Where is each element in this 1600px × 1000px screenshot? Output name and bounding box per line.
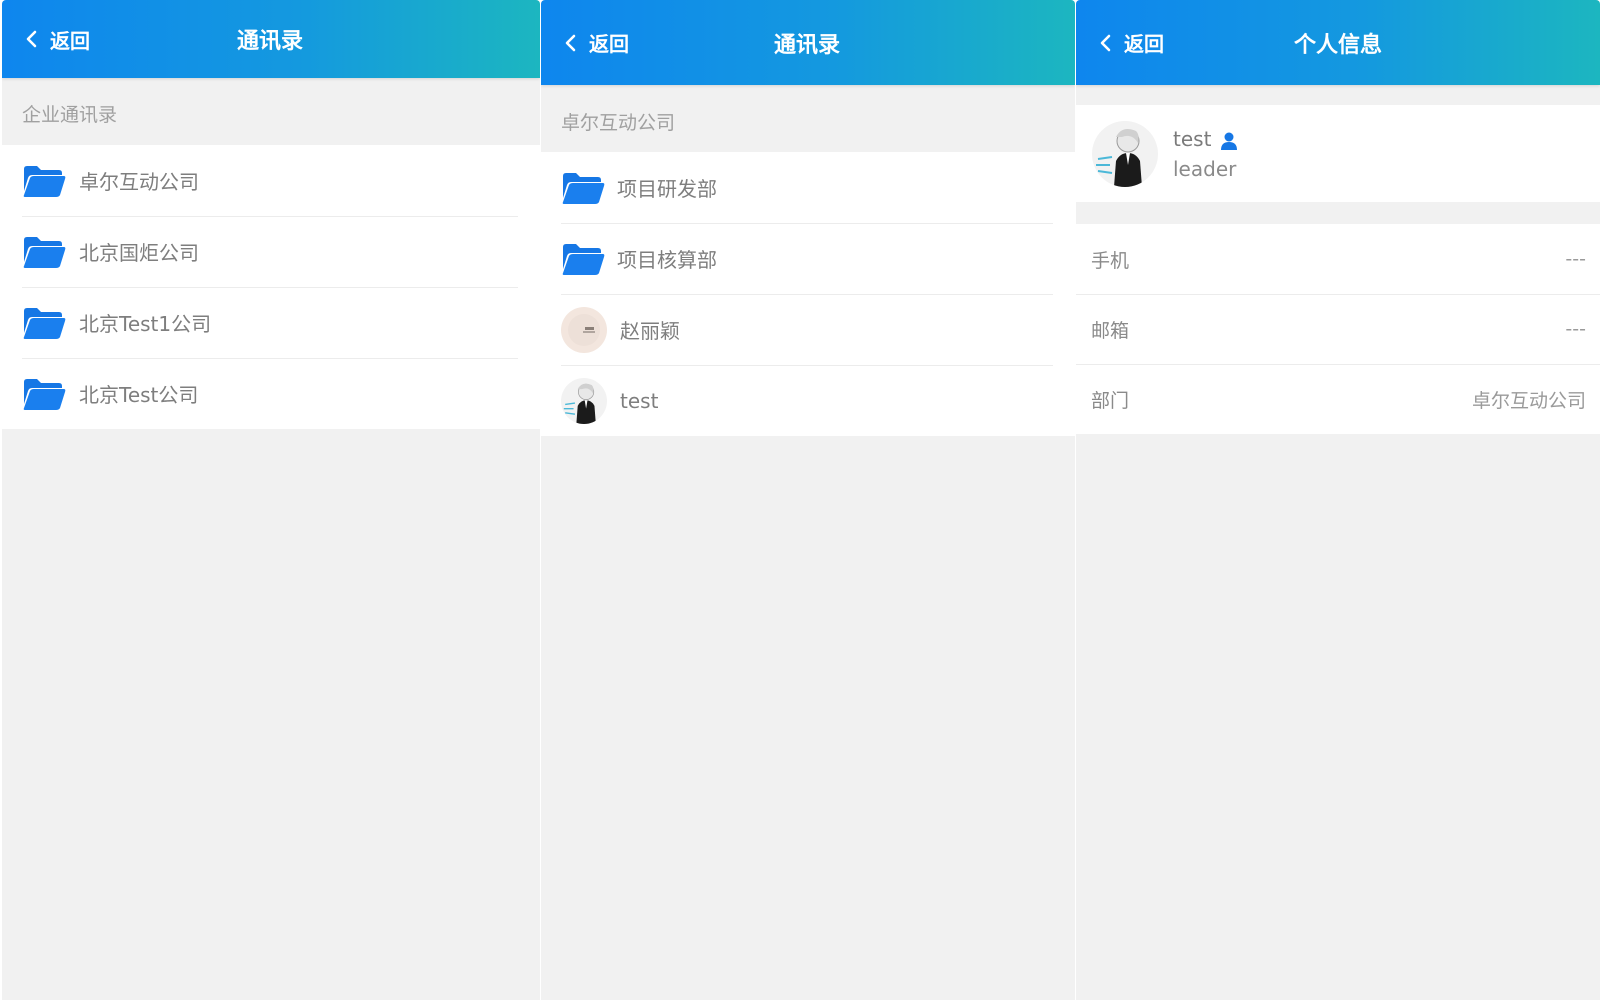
chevron-left-icon [563, 33, 579, 53]
list-item-label: 北京Test公司 [79, 383, 199, 407]
back-button[interactable]: 返回 [24, 0, 90, 78]
list-item-label: 北京Test1公司 [79, 312, 212, 336]
page-title: 通讯录 [237, 29, 304, 54]
header-bar: 返回 通讯录 [2, 0, 540, 78]
contacts-panel-root: 返回 通讯录 企业通讯录 卓尔互动公司 北京国炬公司 北京Test1公司 北京T… [2, 0, 540, 1000]
list-item-company[interactable]: 北京Test1公司 [2, 287, 540, 358]
field-row-email: 邮箱 --- [1076, 294, 1600, 364]
profile-name: test [1173, 127, 1212, 151]
list-item-department[interactable]: 项目核算部 [541, 223, 1075, 294]
list-item-label: 卓尔互动公司 [79, 170, 199, 194]
folder-icon [22, 376, 66, 412]
avatar [561, 378, 607, 424]
list-item-label: 北京国炬公司 [79, 241, 199, 265]
field-row-phone: 手机 --- [1076, 224, 1600, 294]
back-button[interactable]: 返回 [1098, 0, 1164, 85]
avatar [1092, 121, 1158, 187]
company-panel: 返回 通讯录 卓尔互动公司 项目研发部 项目核算部 赵丽颖 test [541, 0, 1075, 1000]
list-item-department[interactable]: 项目研发部 [541, 152, 1075, 223]
back-button[interactable]: 返回 [563, 0, 629, 85]
folder-icon [22, 305, 66, 341]
list-item-person[interactable]: test [541, 365, 1075, 436]
chevron-left-icon [24, 29, 40, 49]
list-item-person[interactable]: 赵丽颖 [541, 294, 1075, 365]
list-item-company[interactable]: 北京Test公司 [2, 358, 540, 429]
list-item-label: 项目核算部 [617, 248, 717, 272]
field-label: 邮箱 [1091, 319, 1130, 342]
user-icon [1220, 131, 1238, 151]
chevron-left-icon [1098, 33, 1114, 53]
profile-panel: 返回 个人信息 test leader 手机 --- 邮箱 --- 部门 卓尔互… [1076, 0, 1600, 1000]
department-list: 项目研发部 项目核算部 赵丽颖 test [541, 152, 1075, 436]
back-label: 返回 [589, 32, 629, 56]
list-item-label: 项目研发部 [617, 177, 717, 201]
field-label: 手机 [1091, 249, 1130, 272]
header-bar: 返回 通讯录 [541, 0, 1075, 85]
section-label: 企业通讯录 [22, 104, 118, 126]
folder-icon [22, 163, 66, 199]
avatar [561, 307, 607, 353]
list-item-label: 赵丽颖 [620, 319, 680, 343]
list-item-label: test [620, 388, 659, 413]
field-value: 卓尔互动公司 [1471, 389, 1586, 412]
header-bar: 返回 个人信息 [1076, 0, 1600, 85]
list-item-company[interactable]: 卓尔互动公司 [2, 145, 540, 216]
list-item-company[interactable]: 北京国炬公司 [2, 216, 540, 287]
company-list: 卓尔互动公司 北京国炬公司 北京Test1公司 北京Test公司 [2, 145, 540, 429]
profile-fields: 手机 --- 邮箱 --- 部门 卓尔互动公司 [1076, 224, 1600, 434]
folder-icon [561, 241, 605, 277]
folder-icon [22, 234, 66, 270]
section-label: 卓尔互动公司 [561, 112, 676, 134]
field-value: --- [1565, 318, 1586, 340]
folder-icon [561, 170, 605, 206]
page-title: 个人信息 [1294, 32, 1383, 58]
field-label: 部门 [1091, 389, 1130, 412]
back-label: 返回 [50, 28, 90, 53]
page-title: 通讯录 [774, 32, 841, 58]
field-row-department: 部门 卓尔互动公司 [1076, 364, 1600, 434]
profile-card: test leader [1076, 105, 1600, 202]
profile-role: leader [1173, 157, 1237, 181]
back-label: 返回 [1124, 32, 1164, 56]
field-value: --- [1565, 248, 1586, 270]
